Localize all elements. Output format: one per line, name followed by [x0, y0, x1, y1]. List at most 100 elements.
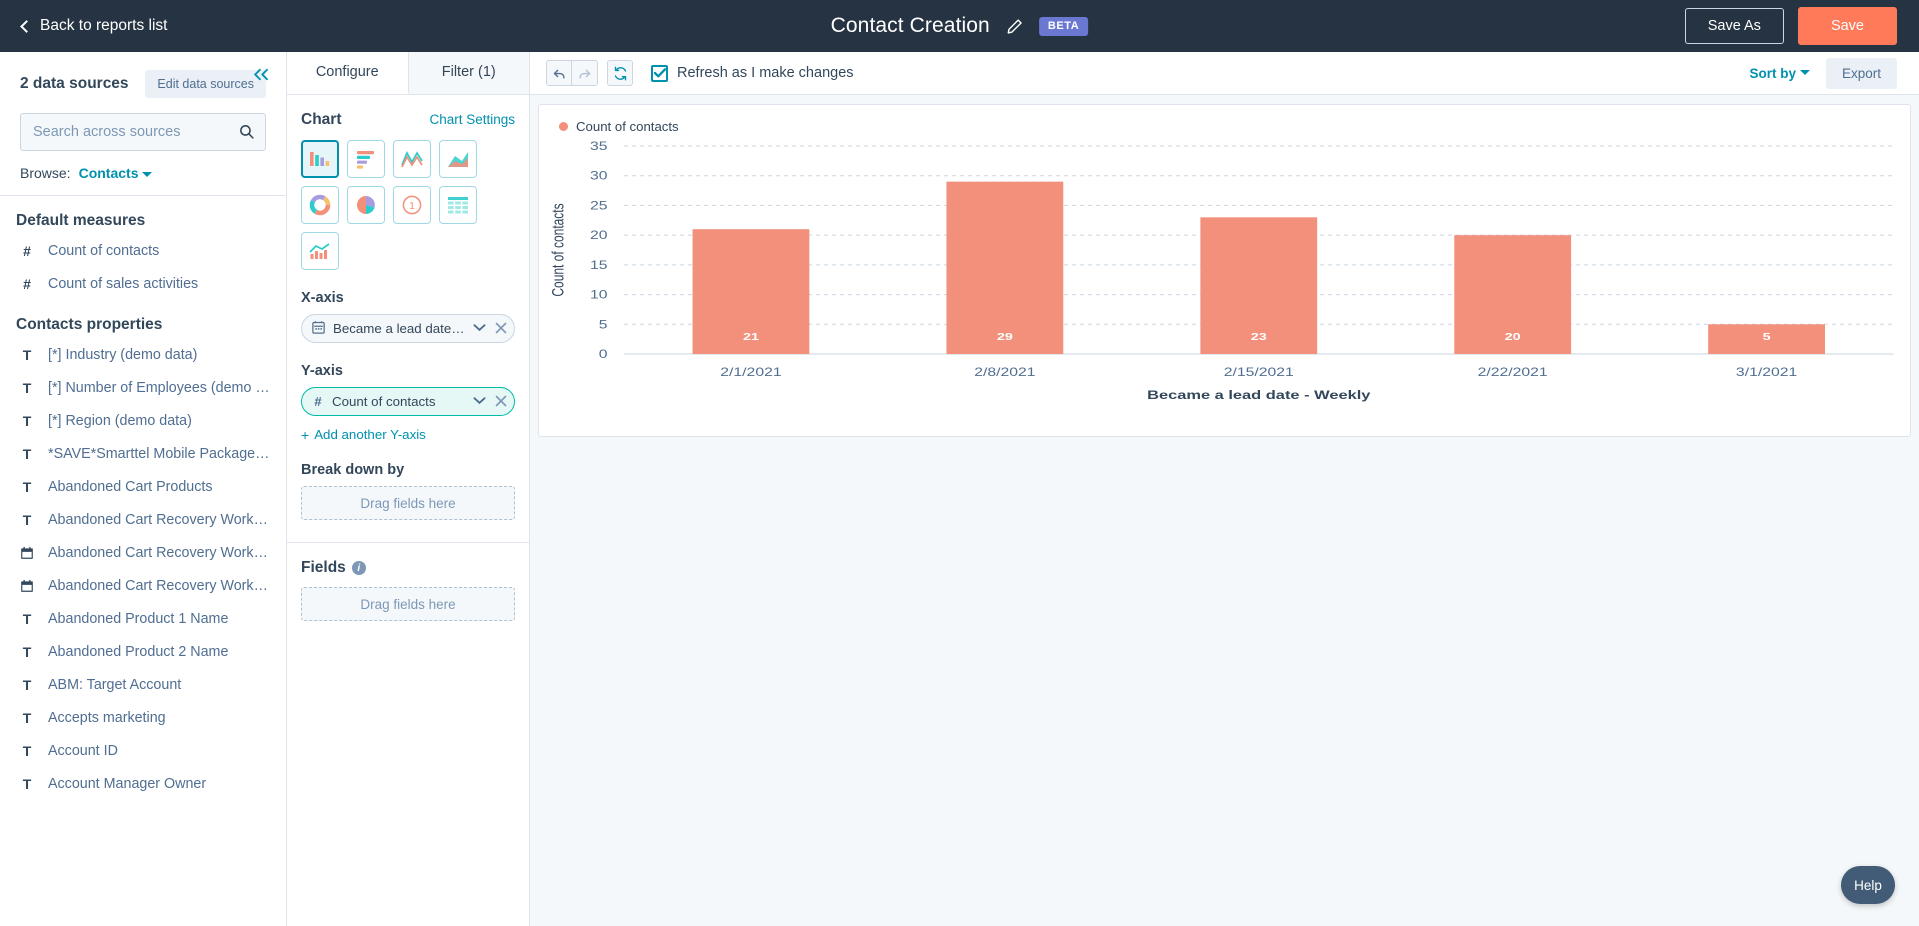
- bar-value-label: 29: [997, 331, 1013, 343]
- plus-icon: +: [301, 428, 309, 442]
- field-list-item[interactable]: #Count of sales activities: [0, 267, 286, 300]
- sort-by-button[interactable]: Sort by: [1749, 66, 1810, 81]
- field-list-item[interactable]: T [*] Number of Employees (demo data): [0, 371, 286, 404]
- calendar-icon: [20, 546, 34, 560]
- x-axis-field-pill[interactable]: Became a lead date - Weekly: [301, 314, 515, 343]
- refresh-icon: [613, 66, 628, 81]
- fields-list[interactable]: Default measures#Count of contacts#Count…: [0, 196, 286, 926]
- y-axis-field-pill[interactable]: # Count of contacts: [301, 387, 515, 416]
- toolbar-right-actions: Sort by Export: [1749, 58, 1897, 89]
- field-list-item-label: [*] Number of Employees (demo data): [48, 380, 270, 396]
- field-list-item[interactable]: #Count of contacts: [0, 234, 286, 267]
- x-axis-tick-label: 3/1/2021: [1736, 366, 1797, 379]
- chart-card: Count of contacts 05101520253035212/1/20…: [538, 104, 1911, 437]
- data-sources-heading: 2 data sources: [20, 75, 129, 93]
- fields-dropzone[interactable]: Drag fields here: [301, 587, 515, 621]
- sort-by-label: Sort by: [1749, 66, 1796, 81]
- text-icon: T: [20, 743, 34, 759]
- refresh-as-i-make-changes-checkbox[interactable]: Refresh as I make changes: [651, 65, 854, 82]
- back-link-label: Back to reports list: [40, 17, 168, 35]
- chart-type-vertical-bar[interactable]: [301, 140, 339, 178]
- text-icon: T: [20, 446, 34, 462]
- field-list-item[interactable]: T *SAVE*Smarttel Mobile Package Type: [0, 437, 286, 470]
- chart-bar[interactable]: [946, 182, 1063, 354]
- chevron-left-icon: [20, 20, 33, 33]
- chart-type-horizontal-bar[interactable]: [347, 140, 385, 178]
- calendar-icon: [20, 579, 34, 593]
- y-axis-tick-label: 10: [590, 289, 608, 302]
- pencil-icon[interactable]: [1006, 18, 1023, 35]
- chart-type-pie[interactable]: [347, 186, 385, 224]
- fields-section-header: Fields i: [301, 559, 515, 577]
- y-axis-tick-label: 25: [590, 199, 608, 212]
- chart-toolbar: Refresh as I make changes Sort by Export: [530, 52, 1919, 95]
- chart-type-donut[interactable]: [301, 186, 339, 224]
- sidebar-group-title: Default measures: [0, 196, 286, 234]
- add-another-y-axis-button[interactable]: + Add another Y-axis: [301, 427, 515, 442]
- field-list-item-label: Abandoned Cart Recovery Workflow Start…: [48, 578, 270, 594]
- tab-filter[interactable]: Filter (1): [408, 52, 530, 94]
- chart-workspace: Refresh as I make changes Sort by Export…: [530, 52, 1919, 926]
- save-as-button[interactable]: Save As: [1685, 8, 1784, 44]
- undo-button[interactable]: [546, 60, 572, 86]
- field-list-item-label: *SAVE*Smarttel Mobile Package Type: [48, 446, 270, 462]
- bar-chart-svg[interactable]: 05101520253035212/1/2021292/8/2021232/15…: [539, 134, 1910, 406]
- field-list-item[interactable]: TAccount Manager Owner: [0, 767, 286, 800]
- chevron-down-icon[interactable]: [473, 396, 486, 408]
- text-icon: T: [20, 380, 34, 396]
- bar-value-label: 5: [1763, 331, 1771, 343]
- help-button[interactable]: Help: [1841, 866, 1895, 904]
- tab-configure[interactable]: Configure: [287, 52, 408, 94]
- chart-type-table[interactable]: [439, 186, 477, 224]
- svg-text:1: 1: [409, 200, 415, 212]
- field-list-item-label: Count of contacts: [48, 243, 159, 259]
- configure-panel: Configure Filter (1) Chart Chart Setting…: [287, 52, 530, 926]
- y-axis-tick-label: 20: [590, 229, 608, 242]
- chart-settings-link[interactable]: Chart Settings: [429, 112, 515, 127]
- break-down-by-dropzone[interactable]: Drag fields here: [301, 486, 515, 520]
- field-list-item[interactable]: TABM: Target Account: [0, 668, 286, 701]
- vertical-bar-chart-icon: [308, 148, 332, 170]
- search-input[interactable]: [20, 113, 266, 151]
- search-icon[interactable]: [238, 123, 255, 143]
- field-list-item[interactable]: T[*] Industry (demo data): [0, 338, 286, 371]
- combo-chart-icon: [308, 240, 332, 262]
- report-title-group: Contact Creation BETA: [831, 14, 1089, 38]
- field-list-item[interactable]: T[*] Region (demo data): [0, 404, 286, 437]
- field-list-item[interactable]: TAbandoned Cart Products: [0, 470, 286, 503]
- number-icon: #: [311, 394, 325, 409]
- field-list-item[interactable]: TAccount ID: [0, 734, 286, 767]
- chevron-down-icon[interactable]: [473, 323, 486, 335]
- text-icon: T: [20, 512, 34, 528]
- info-icon[interactable]: i: [352, 561, 366, 575]
- table-chart-icon: [446, 194, 470, 216]
- back-to-reports-list-link[interactable]: Back to reports list: [22, 17, 168, 35]
- x-axis-title: Became a lead date - Weekly: [1147, 389, 1370, 402]
- field-list-item[interactable]: TAbandoned Product 2 Name: [0, 635, 286, 668]
- field-list-item[interactable]: TAbandoned Cart Recovery Workflow Con…: [0, 503, 286, 536]
- field-list-item[interactable]: TAccepts marketing: [0, 701, 286, 734]
- x-axis-tick-label: 2/15/2021: [1224, 366, 1294, 379]
- remove-x-axis-field-button[interactable]: [493, 321, 507, 337]
- text-icon: T: [20, 611, 34, 627]
- chart-type-line[interactable]: [393, 140, 431, 178]
- y-axis-field-label: Count of contacts: [332, 394, 466, 409]
- x-axis-tick-label: 2/8/2021: [974, 366, 1035, 379]
- bar-value-label: 20: [1505, 331, 1521, 343]
- chart-type-single-value[interactable]: 1: [393, 186, 431, 224]
- x-axis-tick-label: 2/22/2021: [1478, 366, 1548, 379]
- field-list-item[interactable]: Abandoned Cart Recovery Workflow Con…: [0, 536, 286, 569]
- redo-button[interactable]: [572, 60, 598, 86]
- pie-chart-icon: [354, 193, 378, 217]
- configure-body: Chart Chart Settings: [287, 95, 529, 926]
- export-button[interactable]: Export: [1826, 58, 1897, 89]
- chart-type-combo[interactable]: [301, 232, 339, 270]
- remove-y-axis-field-button[interactable]: [493, 394, 507, 410]
- browse-select[interactable]: Contacts: [79, 165, 153, 181]
- field-list-item[interactable]: TAbandoned Product 1 Name: [0, 602, 286, 635]
- collapse-sidebar-button[interactable]: [247, 60, 275, 88]
- chart-type-area[interactable]: [439, 140, 477, 178]
- save-button[interactable]: Save: [1798, 7, 1897, 45]
- field-list-item[interactable]: Abandoned Cart Recovery Workflow Start…: [0, 569, 286, 602]
- refresh-button[interactable]: [607, 60, 633, 86]
